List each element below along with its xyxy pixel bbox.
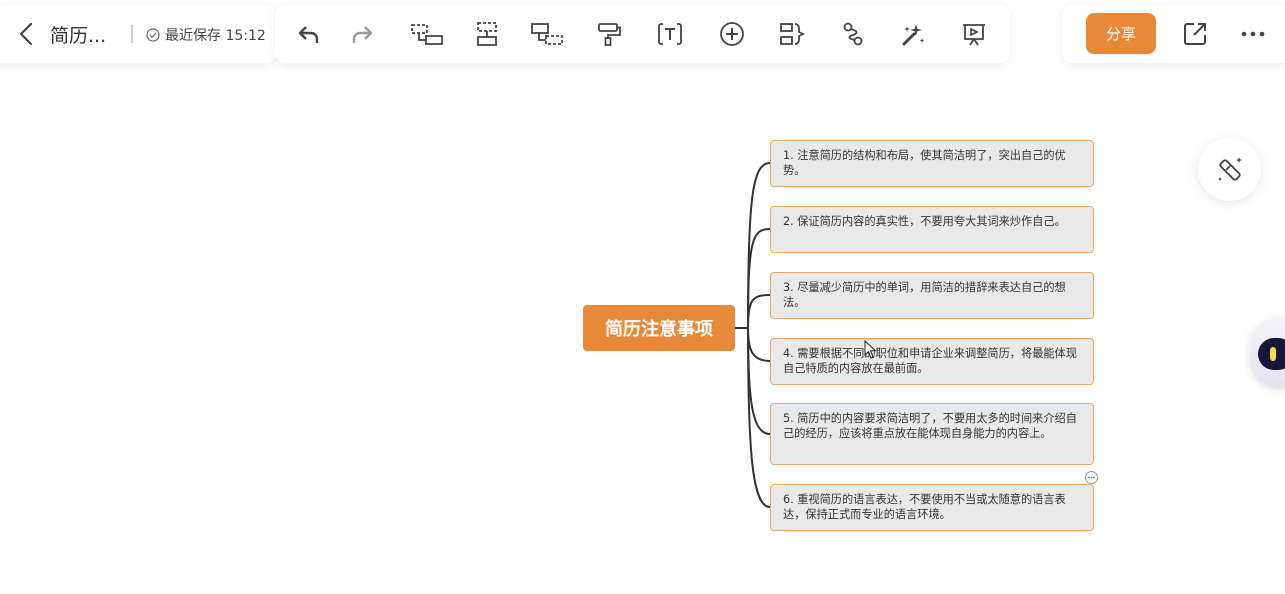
relation-line-icon [843, 22, 863, 46]
redo-icon [352, 26, 373, 43]
add-child-node-icon [411, 24, 443, 45]
save-status-text: 最近保存 15:12 [165, 28, 266, 44]
document-title[interactable]: 简历... [50, 21, 106, 48]
more-icon[interactable] [1240, 21, 1266, 47]
text-button[interactable] [656, 20, 684, 48]
summary-icon [780, 23, 806, 45]
topic-node-3[interactable]: 3. 尽量减少简历中的单词，用简洁的措辞来表达自己的想法。 [770, 272, 1094, 319]
root-node[interactable]: 简历注意事项 [583, 305, 735, 351]
text-icon [658, 23, 682, 45]
magic-wand-icon [1217, 156, 1242, 181]
actions-panel: 分享 [1062, 5, 1285, 63]
topic-node-6[interactable]: 6. 重视简历的语言表达，不要使用不当或太随意的语言表达，保持正式而专业的语言环… [770, 484, 1094, 531]
share-button[interactable]: 分享 [1086, 13, 1156, 54]
add-child-node-button[interactable] [410, 20, 446, 48]
title-panel: 简历... 最近保存 15:12 [0, 5, 276, 63]
undo-icon [298, 26, 319, 43]
mouse-cursor-icon [864, 340, 877, 359]
magic-style-icon [902, 24, 925, 46]
topic-node-2[interactable]: 2. 保证简历内容的真实性，不要用夸大其词来炒作自己。 [770, 206, 1094, 253]
save-status: 最近保存 15:12 [146, 25, 266, 45]
add-sibling-node-icon [477, 22, 497, 46]
topic-node-4[interactable]: 4. 需要根据不同的职位和申请企业来调整简历，将最能体现自己特质的内容放在最前面… [770, 338, 1094, 385]
redo-button[interactable] [348, 20, 376, 48]
export-icon[interactable] [1182, 21, 1208, 47]
format-painter-button[interactable] [595, 20, 623, 48]
add-sibling-node-button[interactable] [473, 20, 501, 48]
topic-node-5[interactable]: 5. 简历中的内容要求简洁明了，不要用太多的时间来介绍自己的经历，应该将重点放在… [770, 403, 1094, 465]
add-parent-node-icon [531, 23, 563, 45]
check-circle-icon [146, 28, 160, 42]
presentation-button[interactable] [960, 20, 988, 48]
magic-style-button[interactable] [899, 20, 927, 48]
ai-style-button[interactable] [1198, 138, 1261, 201]
comment-icon[interactable] [1084, 470, 1099, 485]
presentation-icon [963, 24, 985, 46]
toolbar [275, 5, 1010, 63]
ai-assistant-robot[interactable] [1250, 318, 1285, 388]
add-parent-node-button[interactable] [530, 20, 566, 48]
back-arrow-icon[interactable] [16, 22, 36, 46]
divider [131, 25, 133, 43]
relation-line-button[interactable] [839, 20, 867, 48]
undo-button[interactable] [295, 20, 323, 48]
robot-eye [1270, 347, 1276, 361]
topic-node-1[interactable]: 1. 注意简历的结构和布局，使其简洁明了，突出自己的优势。 [770, 140, 1094, 187]
format-painter-icon [598, 23, 621, 46]
summary-button[interactable] [778, 20, 806, 48]
insert-icon [720, 22, 744, 46]
robot-face-icon [1258, 338, 1285, 370]
insert-button[interactable] [718, 20, 746, 48]
